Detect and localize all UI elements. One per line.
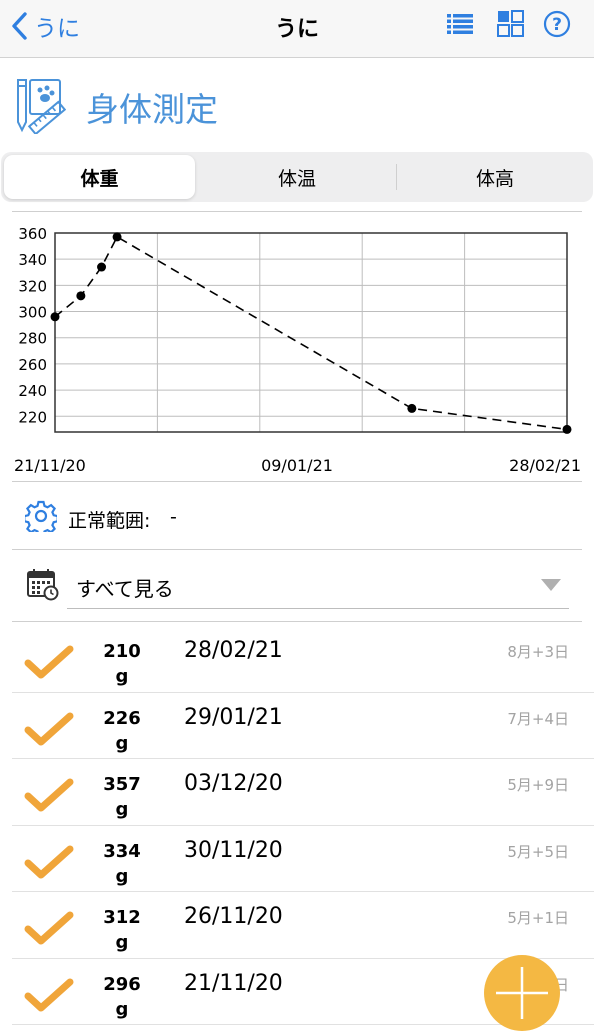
tab-height[interactable]: 体高: [397, 152, 593, 202]
record-age: 5月+1日: [507, 909, 569, 927]
divider: [12, 481, 582, 482]
divider: [12, 621, 582, 622]
y-tick-label: 280: [18, 330, 47, 348]
checkmark-icon: [24, 978, 74, 1011]
checkmark-icon: [24, 911, 74, 945]
measure-notebook-icon: [17, 79, 66, 134]
record-unit: g: [115, 865, 129, 887]
chevron-down-icon: [541, 579, 561, 591]
list-icon[interactable]: [445, 9, 475, 39]
record-value: 210: [103, 641, 141, 662]
record-date: 21/11/20: [184, 970, 283, 996]
record-unit: g: [115, 666, 129, 687]
y-tick-label: 360: [18, 225, 47, 243]
data-point: [97, 262, 107, 272]
divider: [12, 549, 582, 550]
record-value: 226: [103, 707, 141, 729]
record-date: 26/11/20: [184, 904, 283, 929]
record-date: 03/12/20: [184, 771, 283, 796]
record-date: 29/01/21: [184, 704, 283, 730]
record-unit: g: [115, 732, 129, 754]
filter-label: すべて見る: [76, 577, 174, 601]
divider: [12, 211, 582, 212]
y-tick-label: 300: [18, 304, 47, 322]
tab-temperature[interactable]: 体温: [198, 152, 396, 202]
add-record-button[interactable]: [484, 955, 560, 1031]
list-item[interactable]: 312 g 26/11/20 5月+1日: [0, 892, 594, 959]
record-age: 7月+4日: [507, 709, 569, 728]
normal-range-row[interactable]: 正常範囲: -: [0, 484, 594, 548]
x-tick-label: 09/01/21: [261, 456, 333, 475]
list-item[interactable]: 334 g 30/11/20 5月+5日: [0, 826, 594, 892]
list-item[interactable]: 210 g 28/02/21 8月+3日: [0, 626, 594, 693]
x-tick-label: 21/11/20: [14, 456, 86, 475]
series-line: [54, 235, 568, 431]
y-tick-label: 320: [18, 277, 47, 295]
checkmark-icon: [24, 645, 74, 679]
filter-row: すべて見る: [0, 551, 594, 619]
normal-range-value: -: [170, 506, 177, 528]
record-date: 28/02/21: [184, 638, 283, 663]
list-item[interactable]: 357 g 03/12/20 5月+9日: [0, 759, 594, 826]
x-tick-label: 28/02/21: [509, 456, 581, 475]
data-point: [407, 403, 417, 413]
y-tick-label: 260: [18, 356, 47, 374]
normal-range-label: 正常範囲:: [68, 510, 151, 532]
data-point: [76, 291, 86, 301]
plot-frame: [54, 232, 568, 433]
record-unit: g: [115, 932, 129, 953]
y-tick-label: 240: [18, 382, 47, 400]
record-age: 5月+5日: [507, 842, 569, 861]
checkmark-icon: [24, 712, 74, 745]
record-unit: g: [115, 998, 129, 1020]
record-unit: g: [115, 799, 129, 820]
svg-text:?: ?: [552, 15, 562, 35]
record-value: 296: [103, 973, 141, 995]
page-header: 身体測定: [0, 60, 594, 148]
tab-weight[interactable]: 体重: [4, 155, 195, 199]
weight-chart: 220 240 260 280 300 320 340 360 21/11/20 09/01/21…: [14, 225, 581, 475]
record-age: 5月+9日: [507, 776, 569, 794]
calendar-icon: [27, 569, 59, 601]
checkmark-icon: [24, 778, 74, 812]
filter-dropdown[interactable]: すべて見る: [67, 563, 569, 609]
record-value: 357: [103, 774, 141, 795]
page-title: 身体測定: [86, 90, 218, 129]
y-tick-label: 220: [18, 408, 47, 426]
measurement-tabs: 体重 体温 体高: [1, 152, 593, 202]
data-point: [562, 424, 572, 434]
checkmark-icon: [24, 845, 74, 878]
grid-icon[interactable]: [496, 9, 526, 39]
help-icon[interactable]: ?: [542, 9, 572, 39]
record-date: 30/11/20: [184, 837, 283, 863]
navigation-bar: うに うに ?: [0, 0, 594, 58]
data-point: [50, 312, 60, 322]
list-item[interactable]: 226 g 29/01/21 7月+4日: [0, 693, 594, 759]
gear-icon: [25, 500, 57, 532]
data-point: [112, 232, 122, 242]
record-value: 334: [103, 840, 141, 862]
record-age: 8月+3日: [507, 643, 569, 661]
record-value: 312: [103, 907, 141, 928]
plus-icon: [496, 967, 548, 1019]
y-tick-label: 340: [18, 251, 47, 269]
